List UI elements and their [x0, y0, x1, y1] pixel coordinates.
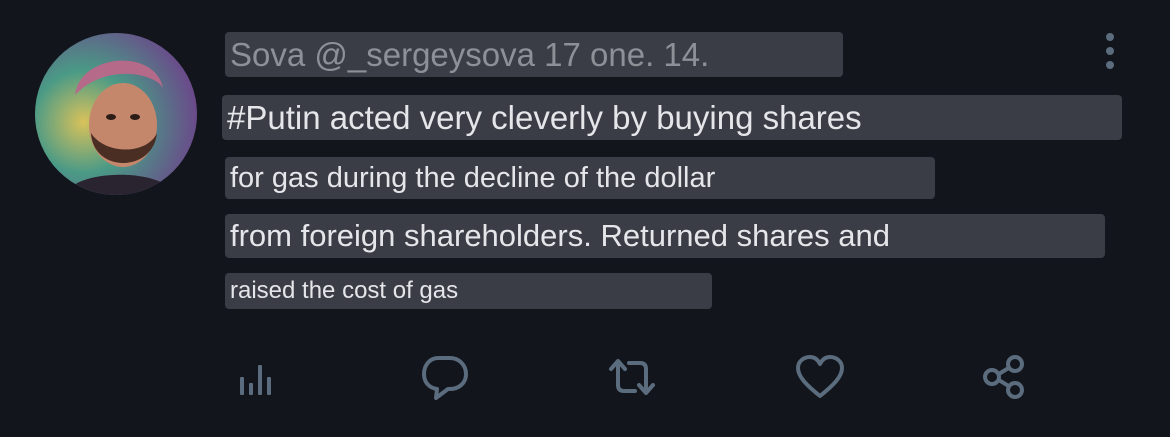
more-options-button[interactable] [1098, 30, 1122, 72]
share-icon [983, 355, 1024, 399]
tweet-text-line: from foreign shareholders. Returned shar… [225, 214, 1105, 258]
tweet-card: Sova @_sergeysova 17 one. 14. #Putin act… [0, 0, 1170, 437]
tweet-text-line: raised the cost of gas [225, 273, 712, 309]
author-line[interactable]: Sova @_sergeysova 17 one. 14. [225, 32, 843, 77]
reply-bubble-icon [422, 356, 468, 400]
retweet-icon [609, 359, 655, 395]
reply-button[interactable] [420, 352, 470, 402]
views-button[interactable] [232, 352, 282, 402]
share-button[interactable] [980, 352, 1030, 402]
heart-icon [796, 355, 844, 398]
retweet-button[interactable] [607, 352, 657, 402]
like-button[interactable] [795, 352, 845, 402]
tweet-text-line: for gas during the decline of the dollar [225, 157, 935, 199]
avatar-image [35, 33, 197, 195]
bar-chart-icon [240, 365, 271, 395]
avatar[interactable] [35, 33, 197, 195]
tweet-text-line: #Putin acted very cleverly by buying sha… [222, 95, 1122, 140]
more-vertical-icon [1106, 33, 1114, 69]
